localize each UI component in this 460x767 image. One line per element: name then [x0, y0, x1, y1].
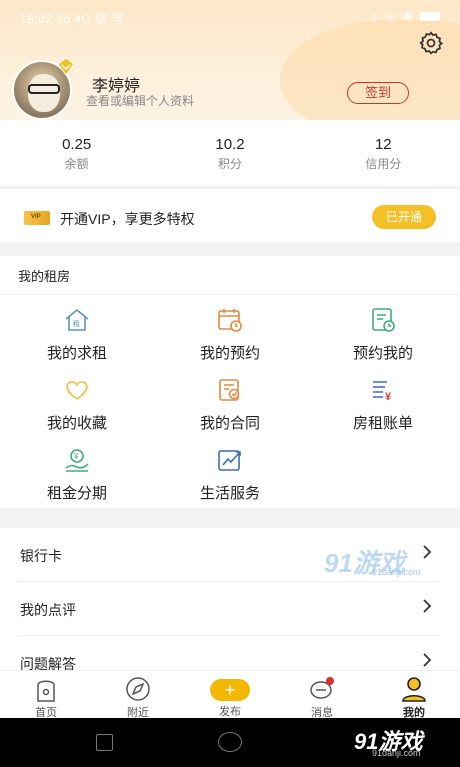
rent-item-contract[interactable]: 我的合同 [175, 376, 285, 433]
contract-icon [219, 379, 240, 401]
chevron-right-icon [423, 599, 432, 613]
rent-item-bill[interactable]: ¥ 房租账单 [328, 376, 438, 433]
rent-item-favorites[interactable]: 我的收藏 [22, 376, 132, 433]
stat-label: 余额 [64, 157, 89, 171]
svg-text:¥: ¥ [73, 452, 79, 461]
bill-yen-icon: ¥ [373, 381, 392, 403]
stat-value: 10.2 [215, 136, 245, 153]
bluetooth-icon: ✱ [402, 11, 412, 23]
stat-balance[interactable]: 0.25 余额 [0, 120, 153, 186]
rent-item-label: 生活服务 [199, 485, 260, 502]
rent-item-label: 我的收藏 [46, 415, 107, 432]
tab-mine[interactable]: 我的 [379, 671, 449, 720]
list-item-bank-card[interactable]: 银行卡 [18, 528, 440, 582]
vip-status-button[interactable]: 已开通 [372, 205, 436, 229]
tab-nearby[interactable]: 附近 [103, 671, 173, 720]
stat-value: 12 [374, 136, 392, 153]
vip-crown-icon [57, 58, 75, 76]
rent-item-request[interactable]: 租 我的求租 [22, 306, 132, 363]
heart-icon [66, 381, 88, 400]
rent-item-label: 租金分期 [46, 485, 107, 502]
stat-credit[interactable]: 12 信用分 [307, 120, 460, 186]
home-icon [37, 680, 55, 702]
settings-gear-icon[interactable] [418, 30, 444, 56]
stat-value: 0.25 [62, 136, 92, 153]
rent-item-life-service[interactable]: 生活服务 [175, 446, 285, 503]
vip-text: 开通VIP，享更多特权 [60, 211, 195, 227]
profile-header: 18:02 3d 4G 信 号 ▯ ◎ ✱ 李婷婷 查看或编辑个人资料 签到 [0, 0, 460, 120]
rent-item-label: 我的合同 [199, 415, 260, 432]
battery-icon [420, 12, 440, 21]
list-item-label: 银行卡 [20, 548, 62, 564]
stat-label: 信用分 [365, 157, 402, 171]
vip-card-icon: VIP [24, 211, 50, 225]
compass-icon [126, 677, 150, 701]
status-bar-time: 18:02 3d 4G 信 号 [20, 12, 125, 26]
svg-text:¥: ¥ [385, 391, 392, 403]
account-stats: 0.25 余额 10.2 积分 12 信用分 [0, 120, 460, 186]
my-rental-section: 我的租房 租 我的求租 我的预约 预约我的 我的收藏 我的合同 ¥ 房租账单 ¥… [0, 256, 460, 508]
stat-label: 积分 [217, 157, 242, 171]
home-button-icon[interactable] [218, 732, 242, 752]
rent-item-installment[interactable]: ¥ 租金分期 [22, 446, 132, 503]
list-item-my-reviews[interactable]: 我的点评 [18, 582, 440, 636]
rent-item-label: 我的求租 [46, 345, 107, 362]
rent-item-label: 房租账单 [352, 415, 413, 432]
watermark-site-bottom: 91danji.com [372, 748, 421, 758]
document-clock-icon [372, 308, 395, 332]
status-icons: ▯ ◎ ✱ [371, 10, 440, 23]
recent-apps-icon[interactable] [96, 734, 113, 751]
hand-money-icon: ¥ [65, 449, 89, 472]
tab-label: 发布 [219, 706, 241, 718]
user-icon [402, 677, 426, 702]
rent-item-appointed-me[interactable]: 预约我的 [328, 306, 438, 363]
vibrate-icon: ▯ [371, 11, 378, 23]
tab-publish[interactable]: + 发布 [195, 671, 265, 719]
rent-item-label: 预约我的 [352, 345, 413, 362]
stat-points[interactable]: 10.2 积分 [153, 120, 306, 186]
calendar-clock-icon [218, 309, 242, 332]
vip-banner[interactable]: VIP 开通VIP，享更多特权 已开通 [0, 188, 460, 242]
bottom-tab-bar: 首页 附近 + 发布 消息 我的 [0, 670, 460, 720]
tab-messages[interactable]: 消息 [287, 671, 357, 720]
edit-profile-link[interactable]: 查看或编辑个人资料 [86, 92, 194, 109]
rent-item-my-appointment[interactable]: 我的预约 [175, 306, 285, 363]
tab-home[interactable]: 首页 [11, 671, 81, 720]
rent-item-label: 我的预约 [199, 345, 260, 362]
alarm-icon: ◎ [385, 11, 395, 23]
message-icon [310, 677, 334, 699]
chart-trend-icon [218, 450, 241, 471]
section-title: 我的租房 [18, 269, 71, 284]
vip-card-text: VIP [31, 214, 41, 220]
plus-icon: + [210, 679, 250, 701]
settings-list: 银行卡 我的点评 问题解答 [0, 528, 460, 678]
chevron-right-icon [423, 545, 432, 559]
list-item-label: 我的点评 [20, 602, 76, 618]
divider [0, 294, 460, 295]
signin-button[interactable]: 签到 [347, 82, 409, 104]
house-icon: 租 [65, 308, 89, 331]
svg-text:租: 租 [73, 320, 80, 328]
chevron-right-icon [423, 653, 432, 667]
avatar-glasses [28, 84, 60, 94]
